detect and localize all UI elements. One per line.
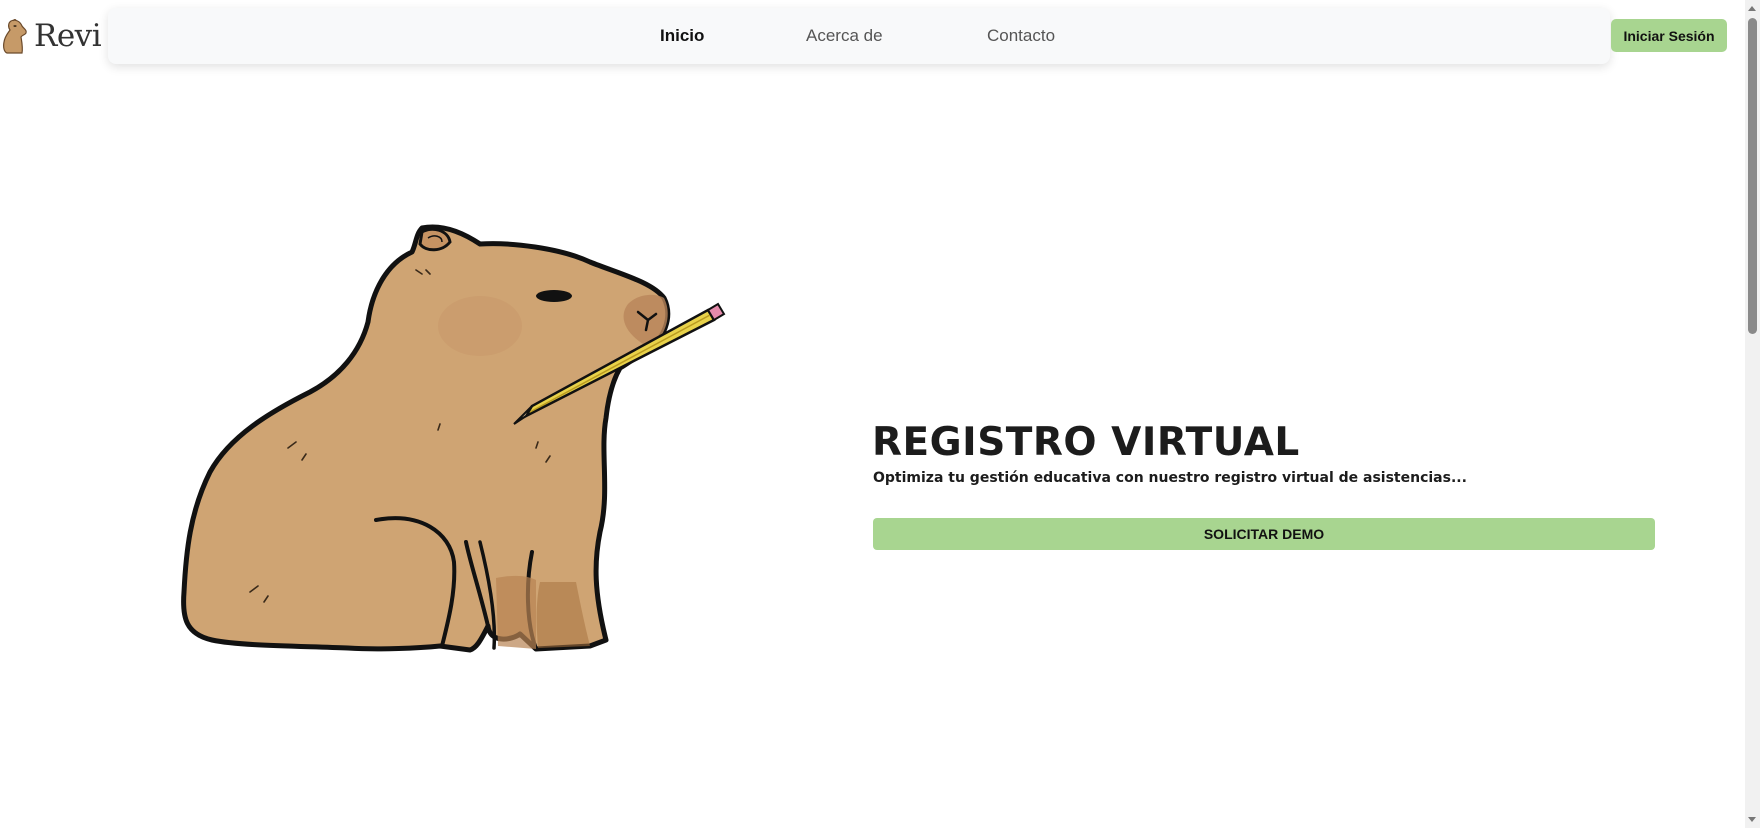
- capybara-icon: [3, 19, 27, 54]
- scroll-up-arrow-icon[interactable]: [1748, 6, 1756, 11]
- page: Revi Inicio Acerca de Contacto Iniciar S…: [0, 0, 1760, 828]
- nav-item-acerca-de[interactable]: Acerca de: [806, 8, 883, 64]
- brand-logo[interactable]: Revi: [2, 16, 102, 56]
- brand-name: Revi: [34, 17, 102, 54]
- hero-subtitle: Optimiza tu gestión educativa con nuestr…: [873, 470, 1467, 486]
- navbar: Inicio Acerca de Contacto: [108, 8, 1610, 64]
- scrollbar-thumb[interactable]: [1748, 18, 1757, 334]
- login-button[interactable]: Iniciar Sesión: [1611, 19, 1727, 52]
- nav-item-inicio[interactable]: Inicio: [660, 8, 704, 64]
- vertical-scrollbar[interactable]: [1745, 0, 1760, 828]
- scroll-down-arrow-icon[interactable]: [1748, 817, 1756, 822]
- hero-title: REGISTRO VIRTUAL: [872, 420, 1300, 465]
- request-demo-button[interactable]: SOLICITAR DEMO: [873, 518, 1655, 550]
- nav-item-contacto[interactable]: Contacto: [987, 8, 1055, 64]
- capybara-illustration: [181, 224, 726, 653]
